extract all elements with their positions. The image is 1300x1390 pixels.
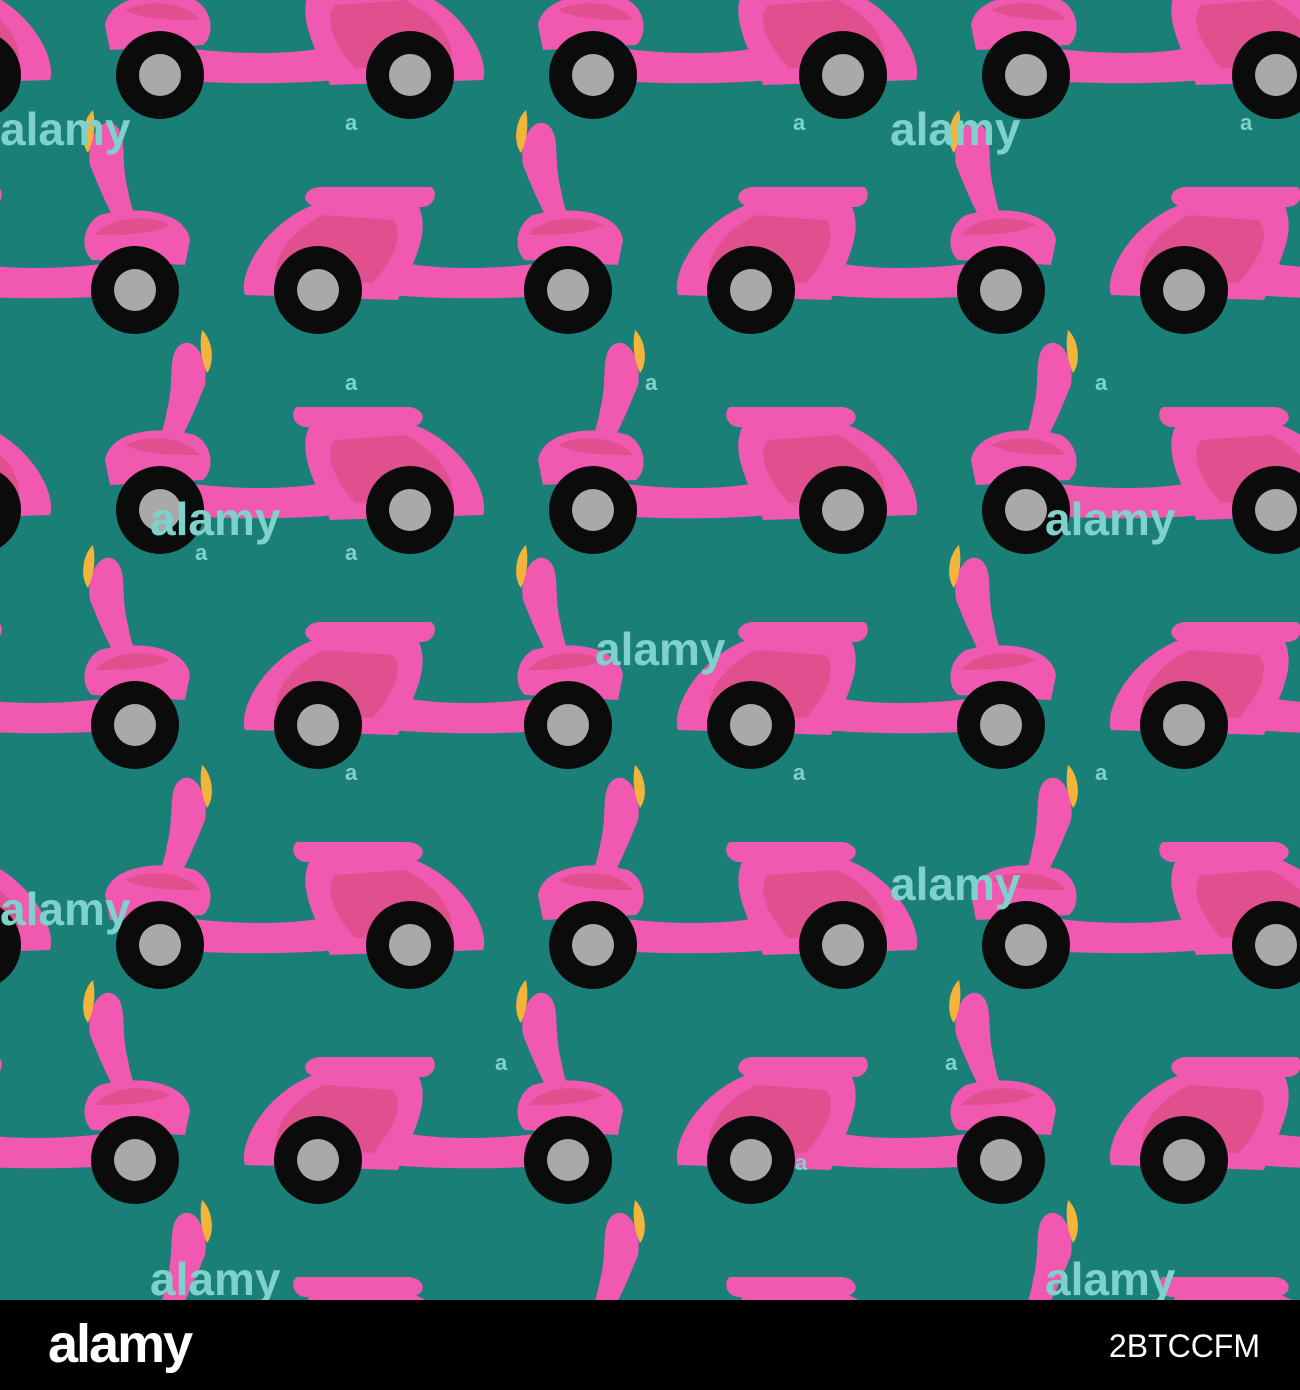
watermark-icon: alamy bbox=[1045, 493, 1176, 545]
watermark-icon: alamy bbox=[0, 883, 131, 935]
footer-bar: alamy 2BTCCFM bbox=[0, 1300, 1300, 1390]
watermark-icon: alamy bbox=[595, 623, 726, 675]
watermark-icon: a bbox=[793, 110, 806, 135]
watermark-icon: a bbox=[945, 1050, 958, 1075]
watermark-icon: a bbox=[495, 1050, 508, 1075]
watermark-icon: alamy bbox=[1045, 1253, 1176, 1300]
watermark-icon: a bbox=[195, 540, 208, 565]
watermark-icon: a bbox=[1095, 370, 1108, 395]
watermark-icon: alamy bbox=[890, 103, 1021, 155]
watermark-icon: a bbox=[345, 110, 358, 135]
watermark-icon: a bbox=[1095, 760, 1108, 785]
watermark-icon: a bbox=[793, 760, 806, 785]
watermark-icon: a bbox=[795, 1150, 808, 1175]
watermark-icon: alamy bbox=[150, 1253, 281, 1300]
watermark-icon: a bbox=[645, 370, 658, 395]
scooter-pattern: alamy alamy alamy alamy alamy alamy alamy alamy… bbox=[0, 0, 1300, 1300]
footer-logo: alamy bbox=[48, 1314, 193, 1374]
watermark-icon: a bbox=[345, 760, 358, 785]
footer-image-id: 2BTCCFM bbox=[1108, 1328, 1260, 1364]
scooter-pattern-canvas: alamy alamy alamy alamy alamy alamy alamy alamy… bbox=[0, 0, 1300, 1300]
watermark-icon: a bbox=[345, 370, 358, 395]
watermark-icon: a bbox=[1240, 110, 1253, 135]
watermark-icon: a bbox=[345, 540, 358, 565]
watermark-icon: alamy bbox=[890, 858, 1021, 910]
watermark-icon: alamy bbox=[150, 493, 281, 545]
watermark-icon: alamy bbox=[0, 103, 131, 155]
